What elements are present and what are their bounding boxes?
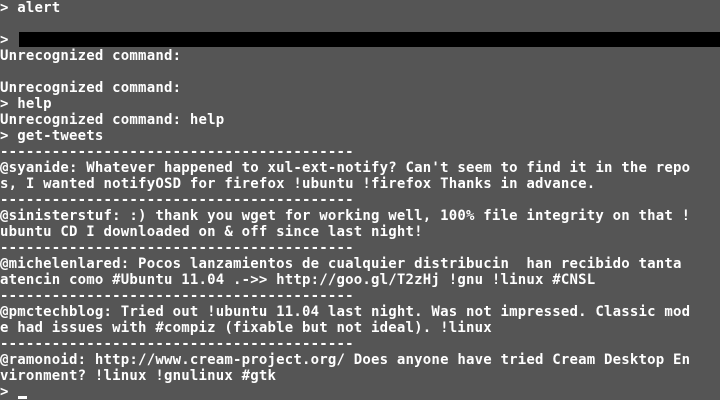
- text-cursor: [18, 396, 27, 399]
- terminal-line-6: Unrecognized command:: [0, 80, 182, 96]
- tweet-line: @ramonoid: http://www.cream-project.org/…: [0, 352, 691, 368]
- command-prompt[interactable]: >: [0, 384, 720, 400]
- terminal-line-3: >: [0, 32, 9, 48]
- terminal-separator: ----------------------------------------…: [0, 192, 354, 208]
- tweet-line: @michelenlared: Pocos lanzamientos de cu…: [0, 256, 682, 272]
- tweet-line: s, I wanted notifyOSD for firefox !ubunt…: [0, 176, 596, 192]
- tweet-line: ubuntu CD I downloaded on & off since la…: [0, 224, 423, 240]
- terminal-separator: ----------------------------------------…: [0, 336, 354, 352]
- tweet-line: @sinisterstuf: :) thank you wget for wor…: [0, 208, 691, 224]
- tweet-line: vironment? !linux !gnulinux #gtk: [0, 368, 277, 384]
- tweet-line: e had issues with #compiz (fixable but n…: [0, 320, 492, 336]
- tweet-line: @pmctechblog: Tried out !ubuntu 11.04 la…: [0, 304, 691, 320]
- terminal-separator: ----------------------------------------…: [0, 240, 354, 256]
- terminal-line-8: Unrecognized command: help: [0, 112, 225, 128]
- terminal-line-4: Unrecognized command:: [0, 48, 182, 64]
- terminal-window[interactable]: > alert > Unrecognized command: Unrecogn…: [0, 0, 720, 400]
- terminal-line-7: > help: [0, 96, 52, 112]
- terminal-separator: ----------------------------------------…: [0, 288, 354, 304]
- terminal-line-2: [0, 16, 720, 32]
- terminal-line-1: > alert: [0, 0, 61, 16]
- tweet-line: @syanide: Whatever happened to xul-ext-n…: [0, 160, 691, 176]
- terminal-line-9: > get-tweets: [0, 128, 104, 144]
- tweet-line: atencin como #Ubuntu 11.04 .->> http://g…: [0, 272, 596, 288]
- terminal-line-5: [0, 64, 720, 80]
- terminal-separator: ----------------------------------------…: [0, 144, 354, 160]
